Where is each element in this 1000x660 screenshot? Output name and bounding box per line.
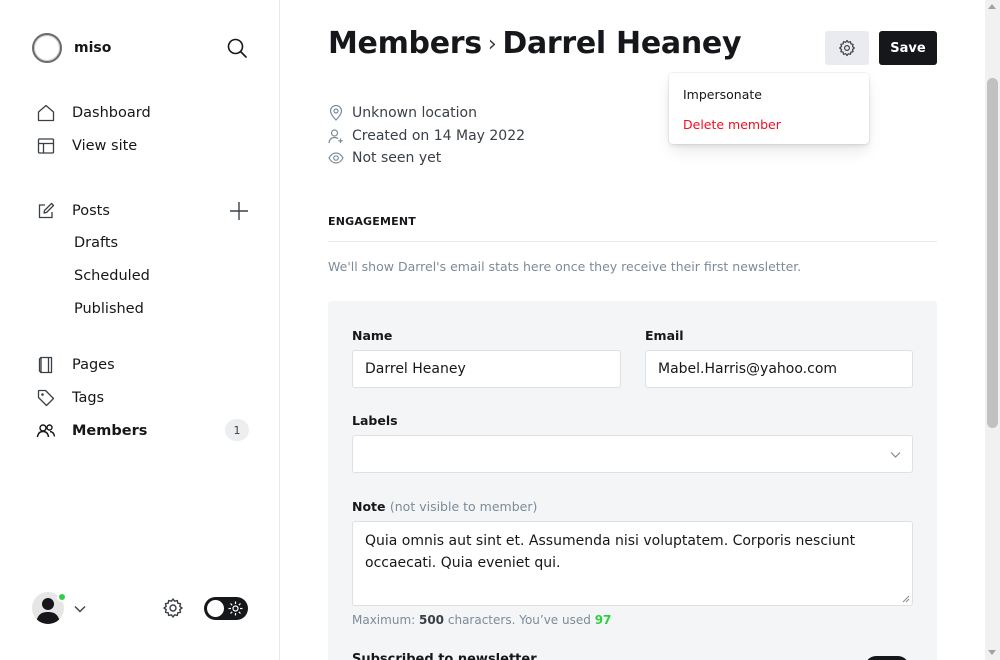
- created-text: Created on 14 May 2022: [352, 128, 526, 144]
- gear-icon: [839, 39, 855, 57]
- chevron-down-icon: [890, 452, 901, 458]
- members-count-badge: 1: [225, 419, 249, 441]
- newsletter-toggle[interactable]: [865, 656, 909, 660]
- labels-label: Labels: [352, 413, 398, 428]
- location-pin-icon: [329, 105, 343, 121]
- scroll-thumb[interactable]: [987, 78, 998, 428]
- engagement-heading: ENGAGEMENT: [328, 215, 416, 228]
- tag-icon: [37, 389, 55, 407]
- note-label: Note (not visible to member): [352, 499, 537, 514]
- user-add-icon: [328, 129, 343, 144]
- search-icon[interactable]: [226, 37, 248, 59]
- scroll-down-arrow[interactable]: [988, 650, 996, 655]
- dark-mode-toggle[interactable]: [204, 597, 248, 620]
- chevron-down-icon[interactable]: [73, 601, 87, 615]
- sidebar-item-scheduled[interactable]: Scheduled: [74, 268, 150, 284]
- note-character-count: Maximum: 500 characters. You’ve used 97: [352, 613, 611, 627]
- email-field[interactable]: Mabel.Harris@yahoo.com: [645, 350, 913, 388]
- sidebar-item-tags[interactable]: Tags: [36, 384, 104, 412]
- member-name-title: Darrel Heaney: [502, 26, 742, 61]
- sidebar-item-dashboard[interactable]: Dashboard: [36, 99, 151, 127]
- member-created: Created on 14 May 2022: [328, 128, 525, 144]
- sidebar-item-label: Posts: [72, 203, 110, 219]
- member-actions-dropdown: Impersonate Delete member: [669, 73, 869, 144]
- home-icon: [37, 104, 55, 122]
- edit-icon: [38, 202, 55, 219]
- sidebar-item-view-site[interactable]: View site: [36, 132, 137, 160]
- name-label: Name: [352, 328, 393, 343]
- hint-max: 500: [418, 613, 445, 627]
- scrollbar[interactable]: [985, 0, 1000, 660]
- sidebar-item-label: View site: [72, 138, 138, 154]
- member-last-seen: Not seen yet: [328, 150, 441, 166]
- sidebar-item-label: Dashboard: [72, 105, 151, 121]
- sidebar-item-drafts[interactable]: Drafts: [74, 235, 118, 251]
- add-post-icon[interactable]: [228, 200, 250, 222]
- name-field[interactable]: Darrel Heaney: [352, 350, 621, 388]
- breadcrumb-members[interactable]: Members: [328, 26, 482, 61]
- toggle-knob: [207, 600, 224, 617]
- members-icon: [36, 424, 56, 438]
- member-location: Unknown location: [328, 105, 477, 121]
- breadcrumb-separator: ›: [487, 32, 497, 57]
- sidebar-item-label: Tags: [72, 390, 105, 406]
- brand[interactable]: miso: [32, 33, 111, 63]
- sidebar: miso Dashboard View site Posts Drafts Sc…: [0, 0, 280, 660]
- scroll-up-arrow[interactable]: [988, 4, 996, 9]
- layout-icon: [37, 138, 55, 154]
- labels-select[interactable]: [352, 435, 913, 473]
- brand-logo: [32, 33, 62, 63]
- note-textarea[interactable]: Quia omnis aut sint et. Assumenda nisi v…: [352, 521, 913, 606]
- note-label-hint: (not visible to member): [389, 499, 538, 514]
- page-icon: [38, 356, 53, 374]
- sidebar-item-label: Pages: [72, 357, 115, 373]
- hint-prefix: Maximum:: [352, 613, 419, 627]
- page-title: Members › Darrel Heaney: [328, 26, 742, 61]
- sidebar-item-pages[interactable]: Pages: [36, 351, 115, 379]
- note-label-text: Note: [352, 499, 386, 514]
- online-status-dot: [57, 592, 67, 602]
- sun-icon: [228, 601, 243, 616]
- delete-member-menu-item[interactable]: Delete member: [683, 117, 781, 132]
- brand-name: miso: [74, 40, 112, 56]
- hint-used: 97: [594, 613, 612, 627]
- resize-handle-icon[interactable]: [902, 595, 910, 603]
- impersonate-menu-item[interactable]: Impersonate: [683, 87, 762, 102]
- member-actions-button[interactable]: [825, 31, 869, 65]
- sidebar-item-label: Members: [72, 423, 148, 439]
- divider: [328, 241, 937, 242]
- subscribed-label: Subscribed to newsletter: [352, 652, 537, 660]
- gear-icon[interactable]: [162, 597, 184, 619]
- email-label: Email: [645, 328, 684, 343]
- save-button[interactable]: Save: [879, 31, 937, 65]
- eye-icon: [328, 152, 344, 164]
- sidebar-item-published[interactable]: Published: [74, 301, 144, 317]
- engagement-note: We'll show Darrel's email stats here onc…: [328, 259, 802, 274]
- hint-mid: characters. You’ve used: [444, 613, 595, 627]
- location-text: Unknown location: [352, 105, 477, 121]
- sidebar-item-members[interactable]: Members: [36, 417, 147, 445]
- note-text: Quia omnis aut sint et. Assumenda nisi v…: [365, 533, 856, 571]
- sidebar-item-posts[interactable]: Posts: [36, 197, 110, 225]
- last-seen-text: Not seen yet: [352, 150, 442, 166]
